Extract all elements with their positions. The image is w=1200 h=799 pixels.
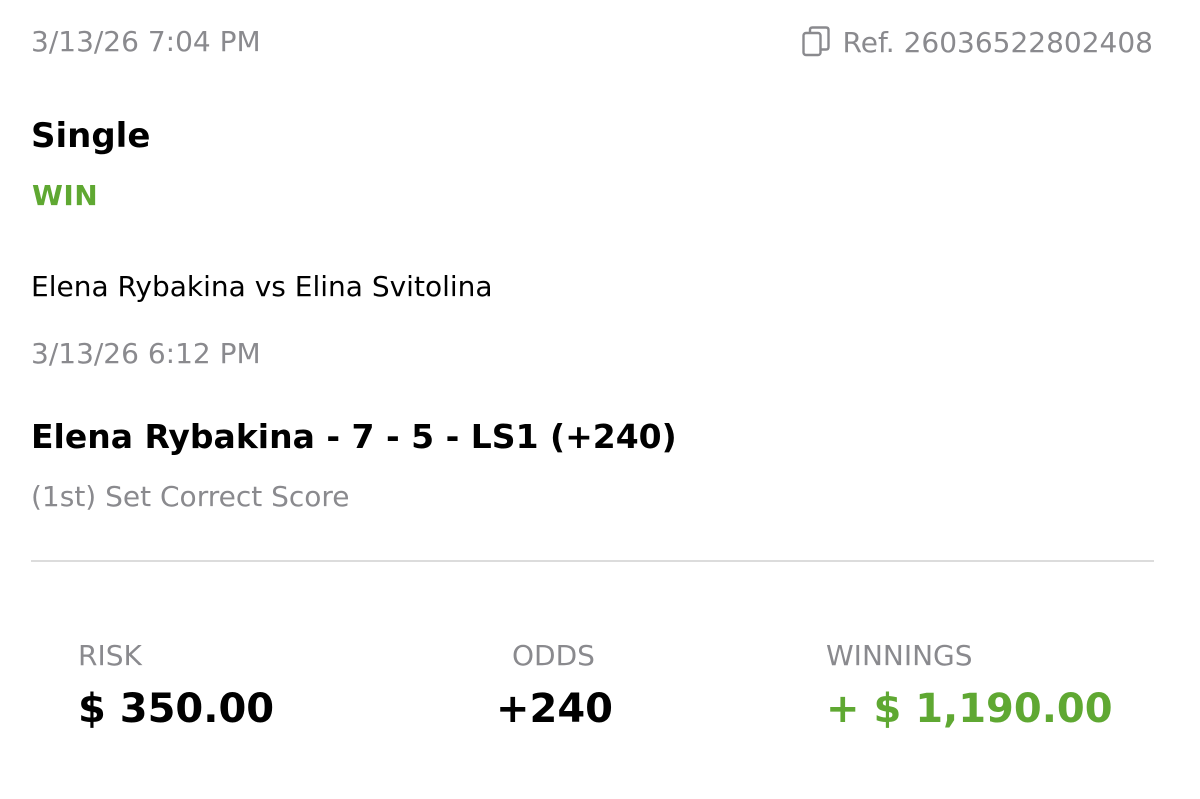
reference-copy-button[interactable]: Ref. 26036522802408 xyxy=(801,22,1153,62)
reference-number: Ref. 26036522802408 xyxy=(842,25,1153,59)
odds-label: ODDS xyxy=(512,639,595,672)
bet-selection: Elena Rybakina - 7 - 5 - LS1 (+240) xyxy=(31,417,677,456)
divider xyxy=(31,560,1154,562)
odds-value: +240 xyxy=(496,686,614,732)
event-datetime: 3/13/26 6:12 PM xyxy=(31,337,261,370)
bet-type: Single xyxy=(31,116,151,156)
bet-market: (1st) Set Correct Score xyxy=(31,480,350,513)
risk-value: $ 350.00 xyxy=(78,686,275,732)
winnings-label: WINNINGS xyxy=(826,639,973,672)
copy-icon[interactable] xyxy=(801,25,831,59)
placed-datetime: 3/13/26 7:04 PM xyxy=(31,25,261,58)
winnings-value: + $ 1,190.00 xyxy=(826,686,1113,732)
result-badge: WIN xyxy=(32,179,99,212)
bet-slip: 3/13/26 7:04 PM Ref. 26036522802408 Sing… xyxy=(0,0,1200,799)
risk-label: RISK xyxy=(78,639,142,672)
event-matchup: Elena Rybakina vs Elina Svitolina xyxy=(31,270,493,303)
